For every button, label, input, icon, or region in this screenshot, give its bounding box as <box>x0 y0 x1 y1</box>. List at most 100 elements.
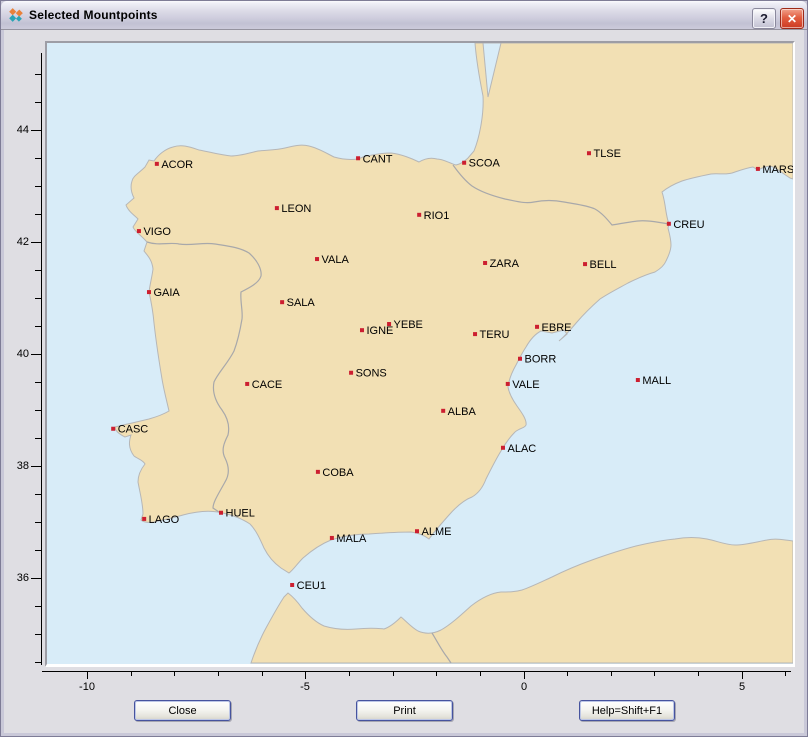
station-label: LAGO <box>149 514 180 526</box>
station-label: VALA <box>322 254 350 266</box>
print-button[interactable]: Print <box>356 700 453 721</box>
station-marker <box>142 517 146 521</box>
station-label: ALAC <box>507 443 536 455</box>
station-marker <box>275 206 279 210</box>
station-marker <box>280 300 284 304</box>
y-axis-minor-tick <box>35 606 41 607</box>
x-axis-minor-tick <box>698 672 699 676</box>
station-marker <box>155 162 159 166</box>
y-axis-minor-tick <box>35 214 41 215</box>
station-marker <box>316 470 320 474</box>
x-axis-minor-tick <box>654 672 655 676</box>
x-axis-major-tick <box>87 672 88 679</box>
station-label: BELL <box>590 259 617 271</box>
y-axis-tick-label: 40 <box>7 348 29 360</box>
x-axis-minor-tick <box>393 672 394 676</box>
station-marker <box>636 378 640 382</box>
station-marker <box>506 382 510 386</box>
station-label: ALME <box>421 526 451 538</box>
map-panel: ACORCANTSCOATLSEMARSVIGOLEONRIO1CREUGAIA… <box>45 41 795 667</box>
station-label: IGNE <box>366 325 393 337</box>
map-canvas: ACORCANTSCOATLSEMARSVIGOLEONRIO1CREUGAIA… <box>47 43 793 664</box>
titlebar-close-icon[interactable]: ✕ <box>780 8 804 29</box>
dialog-window: Selected Mountpoints ? ✕ ACORCANTSCOATLS… <box>0 0 808 737</box>
y-axis-minor-tick <box>35 382 41 383</box>
y-axis-minor-tick <box>35 410 41 411</box>
y-axis-tick-label: 36 <box>7 572 29 584</box>
station-label: GAIA <box>153 287 180 299</box>
station-marker <box>441 409 445 413</box>
y-axis-major-tick <box>31 242 41 243</box>
y-axis-major-tick <box>31 578 41 579</box>
x-axis-tick-label: 5 <box>725 681 759 693</box>
station-marker <box>756 167 760 171</box>
x-axis-line <box>42 671 791 672</box>
x-axis-major-tick <box>742 672 743 679</box>
y-axis-tick-label: 38 <box>7 460 29 472</box>
y-axis-major-tick <box>31 130 41 131</box>
station-label: ALBA <box>448 406 477 418</box>
x-axis-minor-tick <box>567 672 568 676</box>
x-axis-tick-label: -10 <box>70 681 104 693</box>
y-axis-minor-tick <box>35 494 41 495</box>
y-axis-major-tick <box>31 354 41 355</box>
station-label: VIGO <box>143 226 171 238</box>
x-axis-minor-tick <box>131 672 132 676</box>
station-label: ZARA <box>490 258 520 270</box>
station-label: BORR <box>525 354 557 366</box>
x-axis-major-tick <box>305 672 306 679</box>
x-axis-minor-tick <box>611 672 612 676</box>
x-axis-minor-tick <box>785 672 786 676</box>
help-button[interactable]: Help=Shift+F1 <box>579 700 675 721</box>
x-axis-minor-tick <box>480 672 481 676</box>
station-label: CASC <box>118 424 149 436</box>
station-label: MALA <box>336 533 367 545</box>
y-axis-minor-tick <box>35 158 41 159</box>
x-axis-minor-tick <box>349 672 350 676</box>
station-marker <box>315 257 319 261</box>
station-marker <box>587 151 591 155</box>
station-marker <box>356 156 360 160</box>
x-axis-minor-tick <box>262 672 263 676</box>
station-label: VALE <box>512 379 539 391</box>
station-marker <box>137 229 141 233</box>
station-marker <box>111 427 115 431</box>
station-marker <box>473 332 477 336</box>
y-axis-minor-tick <box>35 326 41 327</box>
y-axis-minor-tick <box>35 438 41 439</box>
app-icon <box>8 7 24 23</box>
station-marker <box>290 583 294 587</box>
station-marker <box>147 290 151 294</box>
y-axis-minor-tick <box>35 550 41 551</box>
x-axis-minor-tick <box>218 672 219 676</box>
station-marker <box>349 371 353 375</box>
station-label: ACOR <box>161 159 193 171</box>
y-axis-major-tick <box>31 466 41 467</box>
window-title: Selected Mountpoints <box>29 8 158 22</box>
titlebar-help-button[interactable]: ? <box>752 8 776 29</box>
station-marker <box>245 382 249 386</box>
station-marker <box>483 261 487 265</box>
y-axis-minor-tick <box>35 102 41 103</box>
station-label: COBA <box>322 467 354 479</box>
station-marker <box>415 529 419 533</box>
station-marker <box>417 213 421 217</box>
close-button[interactable]: Close <box>134 700 231 721</box>
station-label: SONS <box>356 368 387 380</box>
station-label: MARS <box>762 164 793 176</box>
station-marker <box>360 328 364 332</box>
x-axis-minor-tick <box>436 672 437 676</box>
station-marker <box>667 222 671 226</box>
station-label: RIO1 <box>424 210 450 222</box>
station-label: CACE <box>252 379 283 391</box>
y-axis-line <box>41 53 42 665</box>
station-marker <box>462 161 466 165</box>
station-marker <box>583 262 587 266</box>
station-label: SALA <box>287 297 316 309</box>
station-label: EBRE <box>542 322 572 334</box>
station-label: TERU <box>480 329 510 341</box>
station-label: TLSE <box>593 148 621 160</box>
station-label: SCOA <box>469 158 501 170</box>
station-marker <box>501 446 505 450</box>
titlebar[interactable]: Selected Mountpoints ? ✕ <box>1 1 807 30</box>
